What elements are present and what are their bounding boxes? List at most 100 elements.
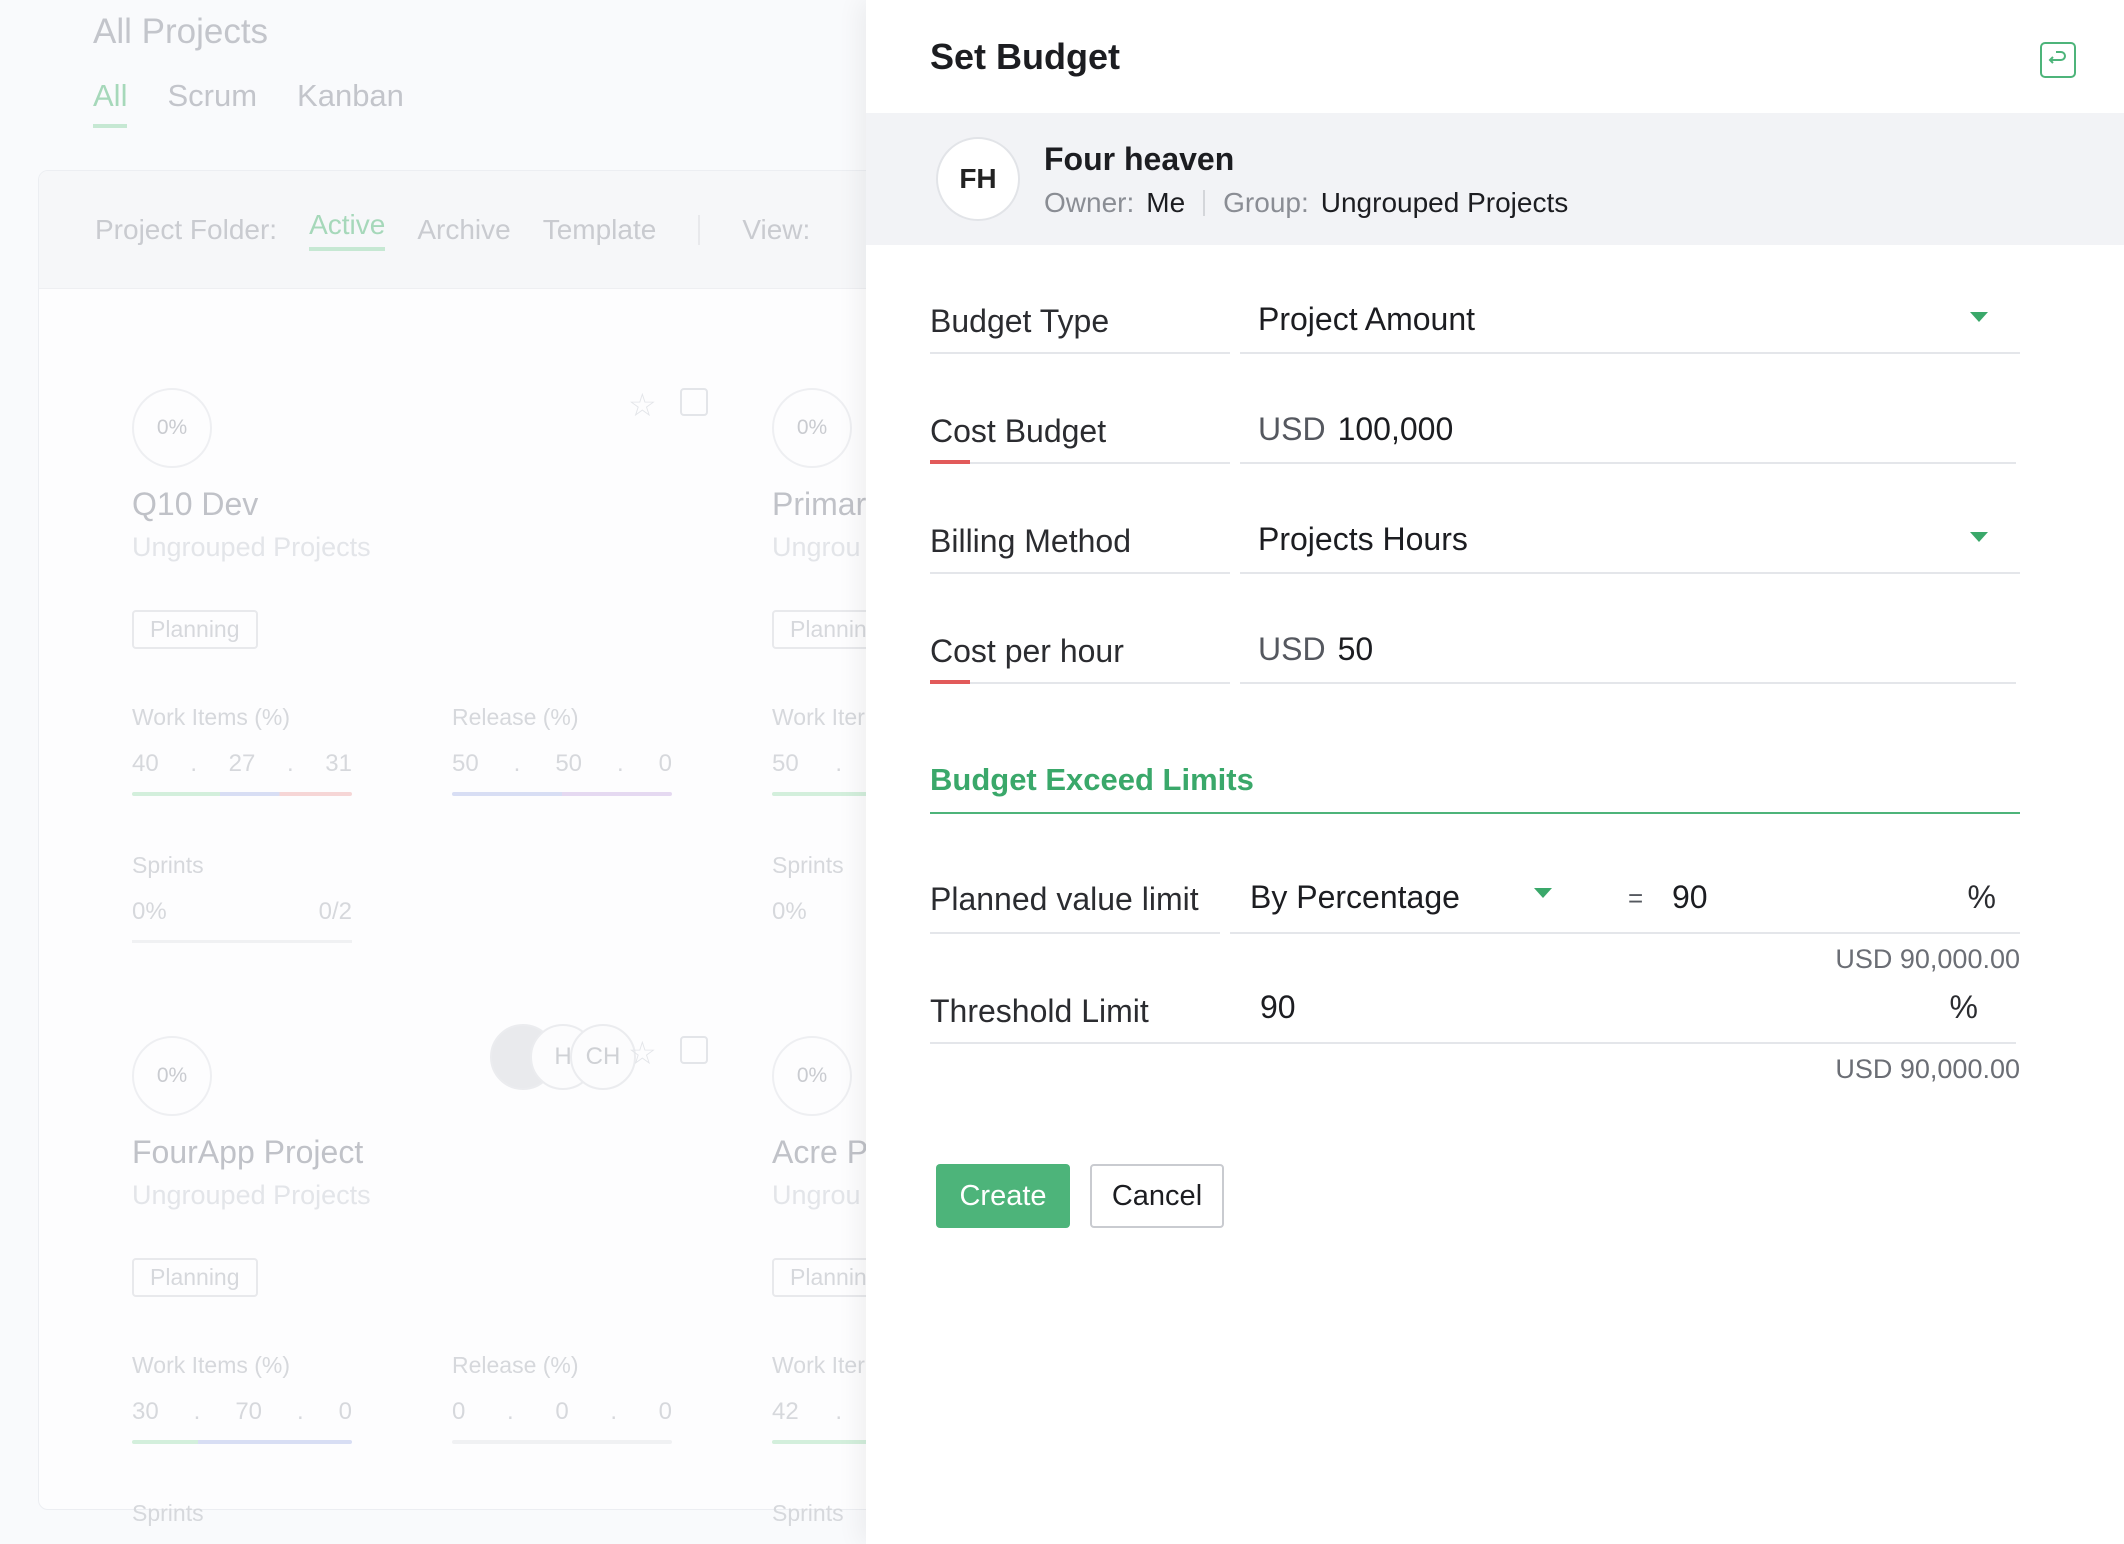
status-badge: Planning (132, 1258, 258, 1297)
release-value: 0 (452, 1398, 466, 1425)
billing-method-label-cell: Billing Method (930, 464, 1230, 574)
budget-type-value: Project Amount (1258, 301, 1475, 337)
cost-per-hour-label-cell: Cost per hour (930, 574, 1230, 684)
cancel-button[interactable]: Cancel (1090, 1164, 1224, 1228)
work-value: 42 (772, 1398, 799, 1425)
sprints-label: Sprints (772, 1500, 844, 1526)
tab-scrum[interactable]: Scrum (167, 78, 257, 128)
release-sep: . (616, 750, 624, 777)
currency-label: USD (1258, 411, 1326, 447)
progress-circle: 0% (132, 1036, 212, 1116)
cost-per-hour-label: Cost per hour (930, 633, 1124, 669)
budget-exceed-section: Budget Exceed Limits (930, 762, 2020, 814)
work-value: 27 (228, 750, 256, 777)
required-indicator (930, 680, 970, 684)
back-icon[interactable] (2040, 42, 2076, 78)
planned-value-row: Planned value limit By Percentage = 90 % (930, 834, 2020, 934)
work-items-values: 30. 70. 0 (132, 1398, 352, 1426)
percent-unit: % (1967, 879, 1996, 915)
work-items-bar (132, 1440, 352, 1444)
threshold-row: Threshold Limit 90 % (930, 944, 2020, 1044)
tab-kanban[interactable]: Kanban (297, 78, 404, 128)
work-items-label: Work Items (%) (132, 704, 291, 730)
billing-method-select[interactable]: Projects Hours (1240, 464, 2020, 574)
work-value: 50 (772, 750, 799, 777)
release-value: 0 (658, 750, 672, 777)
cost-per-hour-value: 50 (1337, 631, 1374, 667)
cost-per-hour-row: Cost per hour USD 50 (930, 574, 2020, 684)
work-value: 40 (132, 750, 159, 777)
release-label: Release (%) (452, 704, 579, 730)
project-group: Ungrouped Projects (132, 532, 371, 562)
work-value: 31 (325, 750, 352, 777)
budget-type-row: Budget Type Project Amount (930, 244, 2020, 354)
billing-method-row: Billing Method Projects Hours (930, 464, 2020, 574)
project-name[interactable]: Q10 Dev (132, 486, 258, 523)
cost-budget-input[interactable]: USD 100,000 (1240, 354, 2016, 464)
work-items-label: Work Iter (772, 1352, 865, 1378)
work-sep: . (193, 1398, 201, 1425)
equals-sign: = (1628, 883, 1644, 913)
budget-type-select[interactable]: Project Amount (1240, 244, 2020, 354)
project-meta: Owner: Me Group: Ungrouped Projects (1044, 187, 1568, 219)
cost-budget-label: Cost Budget (930, 413, 1107, 449)
work-items-values: 40. 27. 31 (132, 750, 352, 778)
project-type-tabs: All Scrum Kanban (93, 78, 404, 128)
billing-method-value: Projects Hours (1258, 521, 1468, 557)
group-value: Ungrouped Projects (1320, 187, 1569, 218)
chevron-down-icon[interactable] (1534, 888, 1552, 898)
owner-label: Owner: (1044, 187, 1135, 218)
planned-mode-select[interactable]: By Percentage (1230, 834, 1592, 934)
return-arrow-icon (2048, 51, 2066, 64)
chevron-down-icon[interactable] (1970, 312, 1988, 322)
budget-type-label-cell: Budget Type (930, 244, 1230, 354)
planned-value-label: Planned value limit (930, 881, 1199, 917)
work-items-values: 50. (772, 750, 842, 778)
tab-all[interactable]: All (93, 78, 128, 128)
progress-circle: 0% (132, 388, 212, 468)
work-value: 30 (132, 1398, 159, 1425)
threshold-value: 90 (1260, 989, 1296, 1025)
release-sep: . (513, 750, 521, 777)
cost-budget-row: Cost Budget USD 100,000 (930, 354, 2020, 464)
threshold-input[interactable]: 90 % (930, 944, 2016, 1044)
percent-unit: % (1949, 989, 1978, 1025)
release-sep: . (507, 1398, 514, 1425)
planned-value-label-cell: Planned value limit (930, 834, 1220, 934)
star-icon[interactable]: ☆ (628, 1034, 657, 1072)
cost-budget-value-wrap: USD 100,000 (1258, 411, 1453, 448)
project-group: Ungrou (772, 532, 861, 562)
work-items-bar (772, 1440, 872, 1444)
project-avatar: FH (936, 137, 1020, 221)
currency-label: USD (1258, 631, 1326, 667)
drawer-title: Set Budget (930, 36, 1121, 77)
release-bar (452, 792, 672, 796)
planned-value-input[interactable]: = 90 % (1592, 834, 2020, 934)
divider (1203, 190, 1206, 216)
project-group: Ungrouped Projects (132, 1180, 371, 1210)
release-value: 50 (452, 750, 479, 777)
cost-per-hour-input[interactable]: USD 50 (1240, 574, 2016, 684)
work-items-bar (772, 792, 872, 796)
work-sep: . (190, 750, 197, 777)
work-value: 70 (235, 1398, 263, 1425)
chevron-down-icon[interactable] (1970, 532, 1988, 542)
project-name[interactable]: Acre Pr (772, 1134, 879, 1171)
work-sep: . (835, 750, 842, 777)
create-button[interactable]: Create (936, 1164, 1070, 1228)
work-value: 0 (338, 1398, 352, 1425)
progress-circle: 0% (772, 388, 852, 468)
group-label: Group: (1223, 187, 1309, 218)
project-name[interactable]: Primar (772, 486, 866, 523)
work-items-label: Work Items (%) (132, 1352, 291, 1378)
budget-type-label: Budget Type (930, 303, 1110, 339)
page-title: All Projects (93, 12, 269, 51)
project-group: Ungrou (772, 1180, 861, 1210)
release-sep: . (610, 1398, 617, 1425)
project-name[interactable]: FourApp Project (132, 1134, 363, 1171)
cost-per-hour-value-wrap: USD 50 (1258, 631, 1373, 668)
star-icon[interactable]: ☆ (628, 386, 657, 424)
project-card[interactable]: 0% Q10 Dev Ungrouped Projects Planning W… (40, 176, 708, 1090)
project-card[interactable]: 0% FourApp Project Ungrouped Projects Pl… (40, 824, 708, 1526)
work-items-bar (132, 792, 352, 796)
